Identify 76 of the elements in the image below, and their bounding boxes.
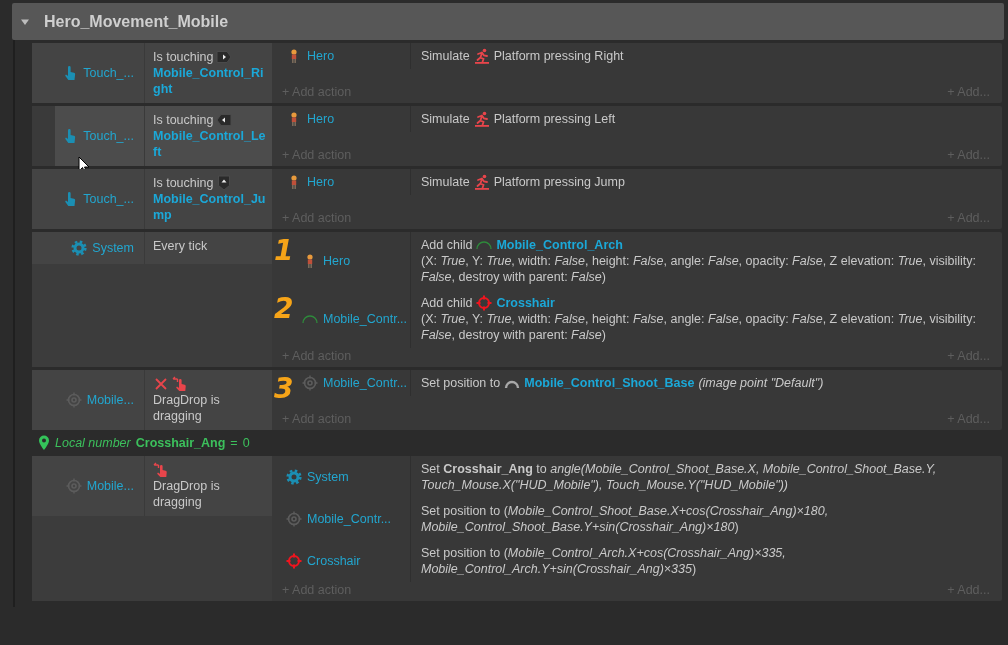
left-arrow-tag-icon <box>216 112 233 128</box>
condition-text: Is touching <box>153 175 214 191</box>
action-object[interactable]: Mobile_Contr... <box>307 512 392 526</box>
action-text: Set position to (Mobile_Control_Arch.X+cos(Crosshair_Ang)×335, Mobile_Control_Arch.Y+sin(Crosshair_Ang)×335) <box>421 545 787 577</box>
action-text: Add child <box>421 237 473 253</box>
action-text: Simulate <box>421 48 470 64</box>
object-name: Mobile... <box>86 393 134 407</box>
event-block[interactable] <box>32 456 1002 601</box>
action-object[interactable]: System <box>307 470 349 484</box>
object-name: Touch_... <box>83 66 134 80</box>
action-text: Add child <box>421 295 473 311</box>
variable-label: Local number <box>55 436 131 450</box>
target-icon <box>65 392 82 408</box>
object-name: Touch_... <box>83 192 134 206</box>
object-parameter: Mobile_Control_Arch <box>496 237 623 253</box>
target-icon <box>302 375 318 391</box>
object-name: Touch_... <box>83 129 134 143</box>
gear-icon <box>286 469 302 485</box>
action-object[interactable]: Mobile_Contr... <box>323 376 408 390</box>
hand-drag-icon <box>172 376 188 392</box>
running-figure-icon <box>473 111 490 127</box>
action-text: (image point "Default") <box>698 375 824 391</box>
running-figure-icon <box>473 48 490 64</box>
action-object[interactable]: Mobile_Contr... <box>323 312 408 326</box>
condition-text: DragDrop is dragging <box>153 392 221 424</box>
condition-text: Every tick <box>153 238 208 254</box>
group-header[interactable]: Hero_Movement_Mobile <box>12 3 1004 40</box>
variable-value[interactable]: 0 <box>242 436 250 450</box>
action-text: (X: True, Y: True, width: False, height: False, angle: False, opacity: False, Z elevation: True, visibility: False, destroy with parent: False) <box>421 311 977 343</box>
variable-name[interactable]: Crosshair_Ang <box>135 436 226 450</box>
condition-text: Is touching <box>153 112 214 128</box>
target-icon <box>65 478 82 494</box>
condition-row[interactable]: Mobile... DragDrop is dragging <box>32 456 272 516</box>
action-text: (X: True, Y: True, width: False, height: False, angle: False, opacity: False, Z elevation: True, visibility: False, destroy with parent: False) <box>421 253 977 285</box>
object-name: Mobile... <box>86 479 134 493</box>
gear-icon <box>71 240 88 256</box>
object-name: System <box>92 241 134 255</box>
condition-row[interactable]: System Every tick <box>32 232 272 264</box>
action-text: Platform pressing Right <box>493 48 624 64</box>
crosshair-icon <box>476 295 493 311</box>
variable-operator: = <box>230 436 238 450</box>
location-pin-icon <box>38 435 50 451</box>
action-object[interactable]: Hero <box>307 175 335 189</box>
up-arrow-tag-icon <box>216 175 233 191</box>
condition-row[interactable]: Touch_... Is touching Mobile_Control_Jump <box>32 169 272 229</box>
object-parameter: Mobile_Control_Jump <box>153 191 266 223</box>
handwritten-number: 1 <box>274 236 294 266</box>
object-parameter: Mobile_Control_Shoot_Base <box>524 375 695 391</box>
handwritten-number: 3 <box>274 374 294 404</box>
action-text: Set position to (Mobile_Control_Shoot_Base.X+cos(Crosshair_Ang)×180, Mobile_Control_Shoot_Base.Y+sin(Crosshair_Ang)×180) <box>421 503 830 535</box>
handwritten-number: 2 <box>274 294 294 324</box>
running-figure-icon <box>473 174 490 190</box>
action-text: Platform pressing Left <box>493 111 616 127</box>
object-parameter: Mobile_Control_Left <box>153 128 266 160</box>
group-title: Hero_Movement_Mobile <box>44 12 229 31</box>
object-parameter: Crosshair <box>496 295 555 311</box>
action-object[interactable]: Crosshair <box>307 554 361 568</box>
event-block[interactable] <box>32 232 1002 367</box>
condition-row[interactable]: Mobile... DragDrop is dragging <box>32 370 272 430</box>
condition-row[interactable]: Touch_... Is touching Mobile_Control_Left <box>55 106 272 166</box>
action-text: Platform pressing Jump <box>493 174 625 190</box>
action-text: Simulate <box>421 174 470 190</box>
action-object[interactable]: Hero <box>323 254 351 268</box>
right-arrow-tag-icon <box>216 49 233 65</box>
action-text: Simulate <box>421 111 470 127</box>
target-icon <box>286 511 302 527</box>
condition-text: DragDrop is dragging <box>153 478 221 510</box>
action-text: Set position to <box>421 375 501 391</box>
action-object[interactable]: Hero <box>307 49 335 63</box>
hand-drag-icon <box>153 462 169 478</box>
crosshair-icon <box>286 553 302 569</box>
condition-text: Is touching <box>153 49 214 65</box>
object-parameter: Mobile_Control_Right <box>153 65 265 97</box>
action-object[interactable]: Hero <box>307 112 335 126</box>
condition-row[interactable]: Touch_... Is touching Mobile_Control_Right <box>32 43 272 103</box>
action-text: Set Crosshair_Ang to angle(Mobile_Control_Shoot_Base.X, Mobile_Control_Shoot_Base.Y, Touch_Mouse.X("HUD_Mobile"), Touch_Mouse.Y("HUD_Mobile")) <box>421 461 938 493</box>
